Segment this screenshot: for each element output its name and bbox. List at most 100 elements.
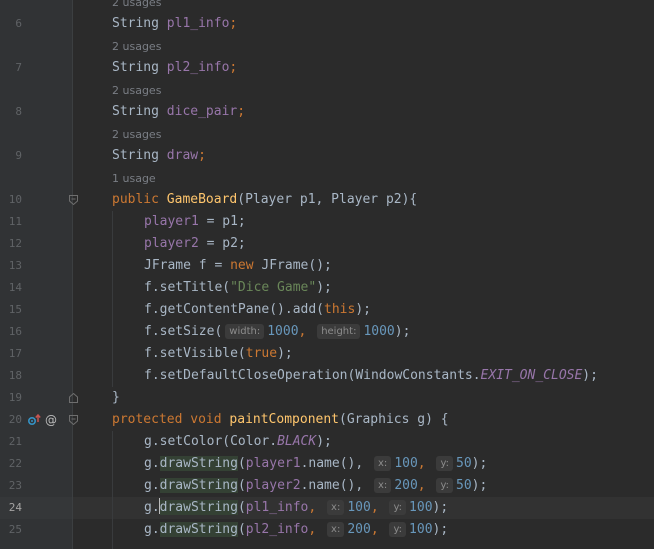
code-line-20[interactable]: 20 @ protected void paintComponent(Graph… bbox=[0, 409, 654, 431]
code-line-15[interactable]: 15 f.getContentPane().add(this); bbox=[0, 299, 654, 321]
fold-open-icon[interactable] bbox=[69, 415, 78, 425]
code-text: f.getContentPane().add( bbox=[144, 302, 325, 317]
code-text: ( bbox=[237, 456, 246, 471]
type-token: String bbox=[112, 104, 159, 119]
field-token: player2 bbox=[144, 236, 199, 251]
keyword-token: true bbox=[245, 346, 278, 361]
line-number[interactable]: 9 bbox=[0, 145, 22, 167]
usage-hint[interactable]: 1 usage bbox=[112, 168, 156, 190]
usage-hint[interactable]: 2 usages bbox=[112, 36, 161, 58]
line-number[interactable]: 15 bbox=[0, 299, 22, 321]
line-number[interactable]: 20 bbox=[0, 409, 22, 431]
code-line-21[interactable]: 21 g.setColor(Color.BLACK); bbox=[0, 431, 654, 453]
code-line-19[interactable]: 19 } bbox=[0, 387, 654, 409]
line-number[interactable]: 16 bbox=[0, 321, 22, 343]
keyword-token: this bbox=[324, 302, 356, 317]
line-number[interactable]: 13 bbox=[0, 255, 22, 277]
field-token: pl1_info bbox=[166, 16, 230, 31]
line-number[interactable]: 7 bbox=[0, 57, 22, 79]
code-line-10[interactable]: 10 public GameBoard(Player p1, Player p2… bbox=[0, 189, 654, 211]
code-line-13[interactable]: 13 JFrame f = new JFrame(); bbox=[0, 255, 654, 277]
line-number[interactable]: 6 bbox=[0, 13, 22, 35]
param-hint-x: x: bbox=[327, 500, 345, 515]
line-number[interactable]: 21 bbox=[0, 431, 22, 453]
field-token: pl2_info bbox=[245, 522, 309, 537]
usage-hint[interactable]: 2 usages bbox=[112, 0, 161, 14]
line-number[interactable]: 23 bbox=[0, 475, 22, 497]
line-number[interactable]: 10 bbox=[0, 189, 22, 211]
line-number[interactable]: 19 bbox=[0, 387, 22, 409]
code-line-6[interactable]: 6 String pl1_info; bbox=[0, 13, 654, 35]
code-text: f.setVisible( bbox=[144, 346, 246, 361]
static-field-token: BLACK bbox=[277, 434, 317, 449]
method-call: drawString bbox=[159, 522, 238, 537]
code-line-22[interactable]: 22 g.drawString(player1.name(), x: 100, y… bbox=[0, 453, 654, 475]
param-hint-y: y: bbox=[436, 456, 454, 471]
param-hint-y: y: bbox=[389, 522, 407, 537]
line-number[interactable]: 8 bbox=[0, 101, 22, 123]
field-token: player2 bbox=[245, 478, 301, 493]
code-text: .name(), bbox=[300, 456, 364, 471]
code-text: ); bbox=[471, 478, 488, 493]
param-hint-x: x: bbox=[374, 456, 392, 471]
code-line-12[interactable]: 12 player2 = p2; bbox=[0, 233, 654, 255]
line-number[interactable]: 18 bbox=[0, 365, 22, 387]
method-name: paintComponent bbox=[229, 412, 339, 427]
line-number[interactable]: 12 bbox=[0, 233, 22, 255]
code-text: ( bbox=[237, 478, 246, 493]
code-text: .name(), bbox=[300, 478, 364, 493]
code-editor[interactable]: 2 usages 6 String pl1_info; 2 usages 7 S… bbox=[0, 0, 654, 549]
code-line-25[interactable]: 25 g.drawString(pl2_info, x: 200, y: 100); bbox=[0, 519, 654, 541]
annotation-icon[interactable]: @ bbox=[45, 413, 57, 427]
number-literal: 1000 bbox=[267, 324, 299, 339]
param-hint-x: x: bbox=[374, 478, 392, 493]
code-text: f.setTitle( bbox=[144, 280, 231, 295]
code-line-24[interactable]: 24 g.drawString(pl1_info, x: 100, y: 100); bbox=[0, 497, 654, 519]
usage-row: 2 usages bbox=[0, 0, 654, 14]
string-literal: "Dice Game" bbox=[230, 280, 317, 295]
fold-open-icon[interactable] bbox=[69, 195, 78, 205]
field-token: player1 bbox=[245, 456, 301, 471]
code-text: ); bbox=[316, 434, 332, 449]
code-line-18[interactable]: 18 f.setDefaultCloseOperation(WindowCons… bbox=[0, 365, 654, 387]
line-number[interactable]: 22 bbox=[0, 453, 22, 475]
keyword-token: new bbox=[230, 258, 254, 273]
usage-hint[interactable]: 2 usages bbox=[112, 80, 161, 102]
code-text: ); bbox=[582, 368, 598, 383]
type-token: String bbox=[112, 16, 159, 31]
param-hint-y: y: bbox=[389, 500, 407, 515]
number-literal: 50 bbox=[456, 478, 472, 493]
code-line-8[interactable]: 8 String dice_pair; bbox=[0, 101, 654, 123]
line-number[interactable]: 14 bbox=[0, 277, 22, 299]
fold-close-icon[interactable] bbox=[69, 393, 78, 403]
usage-row: 2 usages bbox=[0, 36, 654, 58]
method-call: drawString bbox=[159, 478, 238, 493]
comma: , bbox=[370, 522, 379, 537]
field-token: pl2_info bbox=[166, 60, 230, 75]
code-text: = p1; bbox=[198, 214, 246, 229]
usage-row: 1 usage bbox=[0, 168, 654, 190]
code-text: g. bbox=[144, 500, 160, 515]
code-line-17[interactable]: 17 f.setVisible(true); bbox=[0, 343, 654, 365]
line-number[interactable]: 25 bbox=[0, 519, 22, 541]
line-number[interactable]: 11 bbox=[0, 211, 22, 233]
param-hint-y: y: bbox=[436, 478, 454, 493]
code-line-14[interactable]: 14 f.setTitle("Dice Game"); bbox=[0, 277, 654, 299]
line-number[interactable]: 24 bbox=[0, 497, 22, 519]
code-line-7[interactable]: 7 String pl2_info; bbox=[0, 57, 654, 79]
usage-hint[interactable]: 2 usages bbox=[112, 124, 161, 146]
constructor-name: GameBoard bbox=[166, 192, 238, 207]
code-line-16[interactable]: 16 f.setSize(width: 1000, height: 1000); bbox=[0, 321, 654, 343]
code-line-9[interactable]: 9 String draw; bbox=[0, 145, 654, 167]
field-token: draw bbox=[166, 148, 199, 163]
code-text: g. bbox=[144, 522, 160, 537]
param-list: (Player p1, Player p2){ bbox=[237, 192, 418, 207]
semicolon: ; bbox=[237, 104, 246, 119]
code-text: g. bbox=[144, 456, 160, 471]
code-line-11[interactable]: 11 player1 = p1; bbox=[0, 211, 654, 233]
comma: , bbox=[298, 324, 307, 339]
override-method-icon[interactable] bbox=[27, 413, 41, 427]
code-line-23[interactable]: 23 g.drawString(player2.name(), x: 200, y… bbox=[0, 475, 654, 497]
code-text: ); bbox=[394, 324, 411, 339]
line-number[interactable]: 17 bbox=[0, 343, 22, 365]
